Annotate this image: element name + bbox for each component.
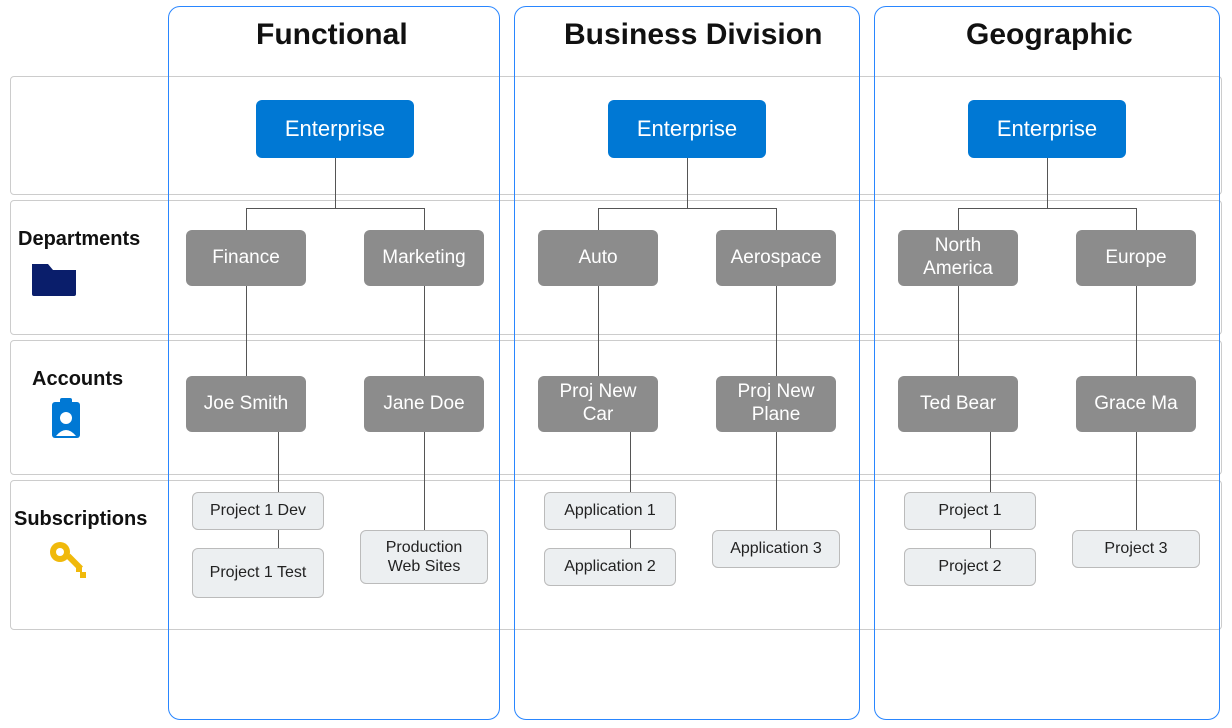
key-icon	[46, 538, 90, 582]
connector	[1136, 208, 1137, 230]
acct-proj-new-plane: Proj New Plane	[716, 376, 836, 432]
connector	[776, 208, 777, 230]
row-label-departments: Departments	[18, 228, 140, 251]
connector	[246, 208, 424, 209]
connector	[246, 286, 247, 376]
connector	[598, 208, 776, 209]
connector	[246, 208, 247, 230]
sub-application-3: Application 3	[712, 530, 840, 568]
dept-marketing: Marketing	[364, 230, 484, 286]
sub-project-3: Project 3	[1072, 530, 1200, 568]
connector	[424, 286, 425, 376]
sub-production-web: Production Web Sites	[360, 530, 488, 584]
connector	[598, 208, 599, 230]
acct-grace-ma: Grace Ma	[1076, 376, 1196, 432]
connector	[958, 208, 959, 230]
sub-project1-dev: Project 1 Dev	[192, 492, 324, 530]
row-label-accounts: Accounts	[32, 368, 123, 391]
sub-project1-test: Project 1 Test	[192, 548, 324, 598]
enterprise-node-business: Enterprise	[608, 100, 766, 158]
dept-north-america: North America	[898, 230, 1018, 286]
sub-application-2: Application 2	[544, 548, 676, 586]
connector	[776, 432, 777, 532]
sub-application-1: Application 1	[544, 492, 676, 530]
acct-joe-smith: Joe Smith	[186, 376, 306, 432]
acct-ted-bear: Ted Bear	[898, 376, 1018, 432]
dept-aerospace: Aerospace	[716, 230, 836, 286]
dept-europe: Europe	[1076, 230, 1196, 286]
connector	[958, 208, 1136, 209]
enterprise-node-functional: Enterprise	[256, 100, 414, 158]
connector	[958, 286, 959, 376]
col-title-geographic: Geographic	[966, 18, 1133, 52]
connector	[687, 158, 688, 208]
connector	[1136, 432, 1137, 532]
connector	[1136, 286, 1137, 376]
folder-icon	[30, 258, 78, 296]
connector	[776, 286, 777, 376]
dept-finance: Finance	[186, 230, 306, 286]
enterprise-node-geographic: Enterprise	[968, 100, 1126, 158]
connector	[424, 208, 425, 230]
row-label-subscriptions: Subscriptions	[14, 508, 147, 531]
connector	[1047, 158, 1048, 208]
dept-auto: Auto	[538, 230, 658, 286]
id-badge-icon	[44, 398, 88, 442]
sub-project-2: Project 2	[904, 548, 1036, 586]
acct-proj-new-car: Proj New Car	[538, 376, 658, 432]
sub-project-1: Project 1	[904, 492, 1036, 530]
col-title-business: Business Division	[564, 18, 822, 52]
connector	[424, 432, 425, 532]
connector	[335, 158, 336, 208]
acct-jane-doe: Jane Doe	[364, 376, 484, 432]
connector	[598, 286, 599, 376]
col-title-functional: Functional	[256, 18, 408, 52]
